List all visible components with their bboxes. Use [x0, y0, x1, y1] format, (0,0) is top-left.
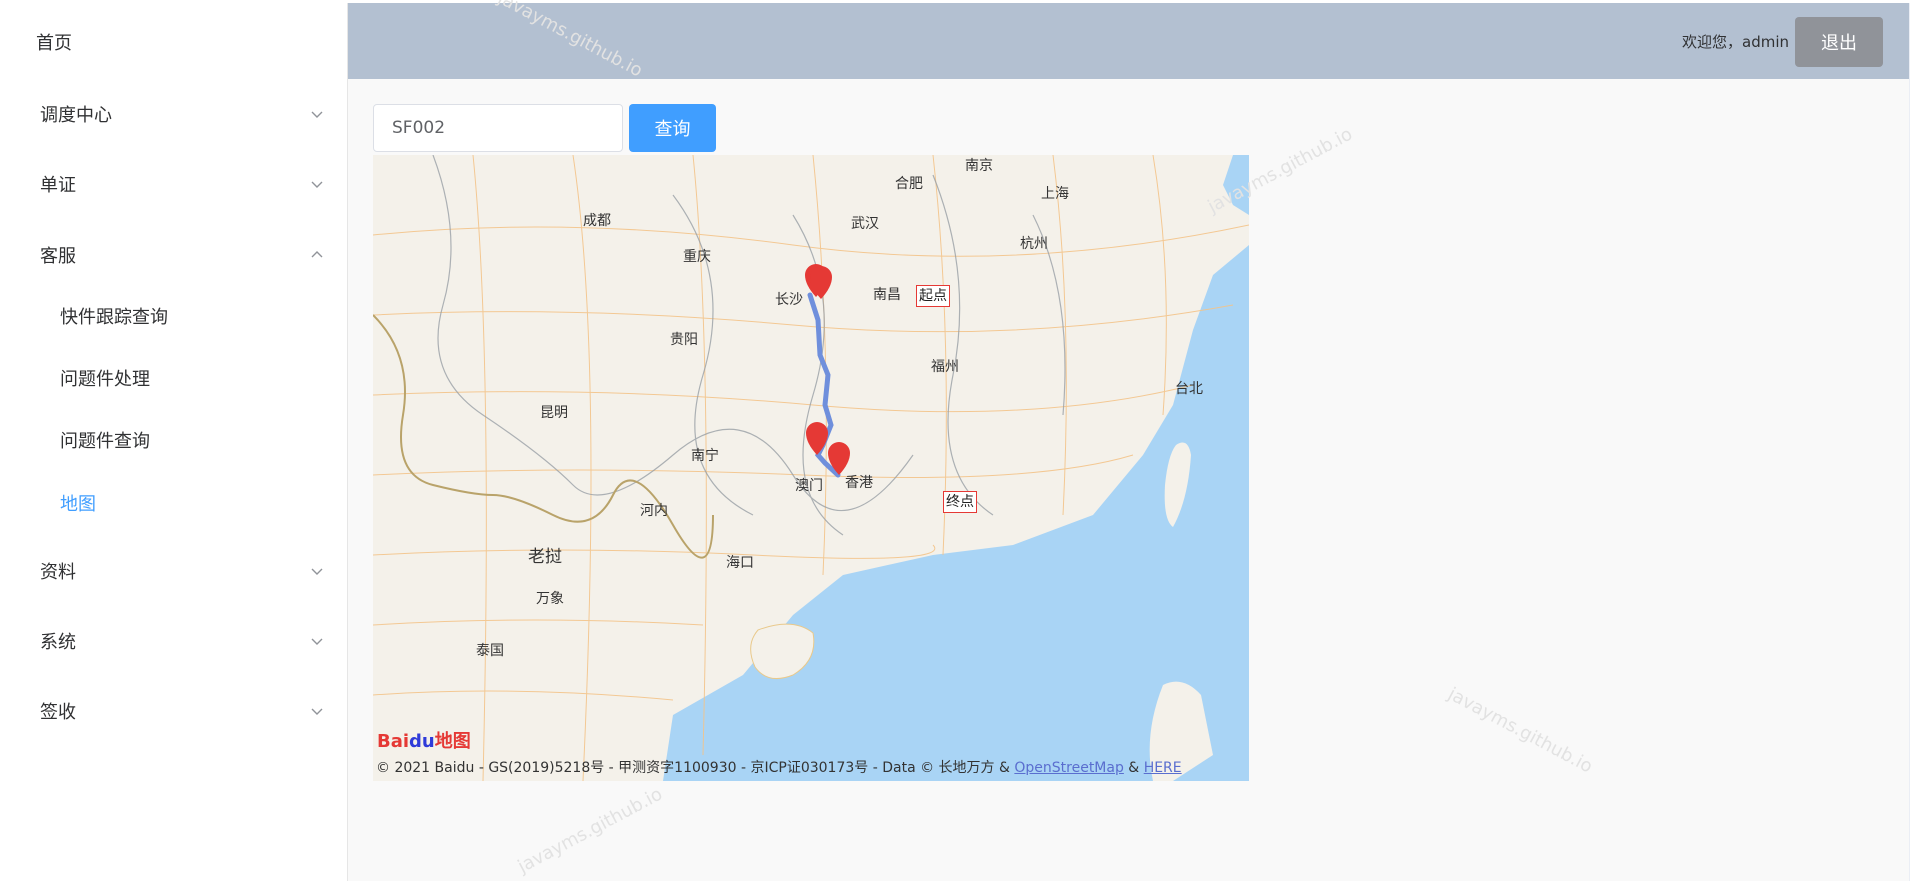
- end-label: 终点: [943, 491, 977, 513]
- city-label: 老挝: [528, 547, 562, 567]
- menu-label: 系统: [40, 632, 76, 653]
- menu-item-dispatch[interactable]: 调度中心: [10, 89, 348, 139]
- city-label: 武汉: [851, 216, 879, 232]
- menu-label: 首页: [36, 33, 72, 54]
- city-label: 杭州: [1020, 236, 1048, 252]
- menu-item-signoff[interactable]: 签收: [10, 686, 348, 736]
- city-label: 成都: [583, 213, 611, 229]
- logout-button[interactable]: 退出: [1795, 17, 1883, 67]
- city-label: 贵阳: [670, 332, 698, 348]
- city-label: 万象: [536, 591, 564, 607]
- route-map[interactable]: 南京 合肥 上海 成都 武汉 杭州 重庆 长沙 南昌 贵阳 福州 台北 昆明 南…: [373, 155, 1249, 781]
- city-label: 上海: [1041, 186, 1069, 202]
- chevron-down-icon: [310, 704, 324, 718]
- here-link[interactable]: HERE: [1144, 760, 1182, 776]
- city-label: 福州: [931, 359, 959, 375]
- waybill-search-input[interactable]: [373, 104, 623, 152]
- city-label: 澳门: [795, 478, 823, 494]
- menu-item-data[interactable]: 资料: [10, 546, 348, 596]
- osm-link[interactable]: OpenStreetMap: [1014, 760, 1123, 776]
- map-copyright: © 2021 Baidu - GS(2019)5218号 - 甲测资字11009…: [376, 757, 1182, 777]
- menu-item-customer-service[interactable]: 客服: [10, 230, 348, 280]
- copyright-amp: &: [1123, 760, 1144, 776]
- logo-text-map: 地图: [434, 731, 471, 752]
- menu-item-system[interactable]: 系统: [10, 616, 348, 666]
- chevron-down-icon: [310, 634, 324, 648]
- start-label: 起点: [916, 285, 950, 307]
- logo-text-du: du: [409, 731, 435, 752]
- city-label: 香港: [845, 475, 873, 491]
- city-label: 重庆: [683, 249, 711, 265]
- chevron-down-icon: [310, 564, 324, 578]
- chevron-up-icon: [310, 248, 324, 262]
- submenu-item-problem-query[interactable]: 问题件查询: [10, 415, 348, 465]
- logo-text-bai: Bai: [377, 731, 410, 752]
- submenu-label: 快件跟踪查询: [60, 307, 168, 328]
- menu-label: 单证: [40, 175, 76, 196]
- city-label: 海口: [726, 555, 754, 571]
- copyright-text: © 2021 Baidu - GS(2019)5218号 - 甲测资字11009…: [376, 760, 1015, 776]
- city-label: 南宁: [691, 448, 719, 464]
- chevron-down-icon: [310, 107, 324, 121]
- map-canvas: [373, 155, 1249, 781]
- city-label: 南昌: [873, 287, 901, 303]
- city-label: 南京: [965, 158, 993, 174]
- main-content: 查询: [348, 79, 1909, 881]
- submenu-label: 问题件处理: [60, 369, 150, 390]
- menu-item-documents[interactable]: 单证: [10, 159, 348, 209]
- city-label: 河内: [640, 503, 668, 519]
- city-label: 合肥: [895, 176, 923, 192]
- submenu-label: 问题件查询: [60, 431, 150, 452]
- submenu-label: 地图: [60, 494, 96, 515]
- baidu-map-logo: Baidu地图: [377, 727, 471, 753]
- city-label: 台北: [1175, 381, 1203, 397]
- submenu-item-problem-handling[interactable]: 问题件处理: [10, 353, 348, 403]
- menu-label: 资料: [40, 562, 76, 583]
- sidebar: 首页 调度中心 单证 客服 快件跟踪查询 问题件处理 问题件查询 地图 资料 系…: [10, 3, 348, 881]
- top-header: 欢迎您，admin 退出: [348, 3, 1909, 79]
- submenu-item-tracking[interactable]: 快件跟踪查询: [10, 291, 348, 341]
- menu-item-home[interactable]: 首页: [10, 17, 348, 67]
- city-label: 泰国: [476, 643, 504, 659]
- menu-label: 调度中心: [40, 105, 112, 126]
- menu-label: 客服: [40, 246, 76, 267]
- chevron-down-icon: [310, 177, 324, 191]
- city-label: 昆明: [540, 405, 568, 421]
- query-button[interactable]: 查询: [629, 104, 716, 152]
- city-label: 长沙: [775, 292, 803, 308]
- submenu-item-map[interactable]: 地图: [10, 478, 348, 528]
- menu-label: 签收: [40, 702, 76, 723]
- welcome-text: 欢迎您，admin: [1682, 33, 1789, 51]
